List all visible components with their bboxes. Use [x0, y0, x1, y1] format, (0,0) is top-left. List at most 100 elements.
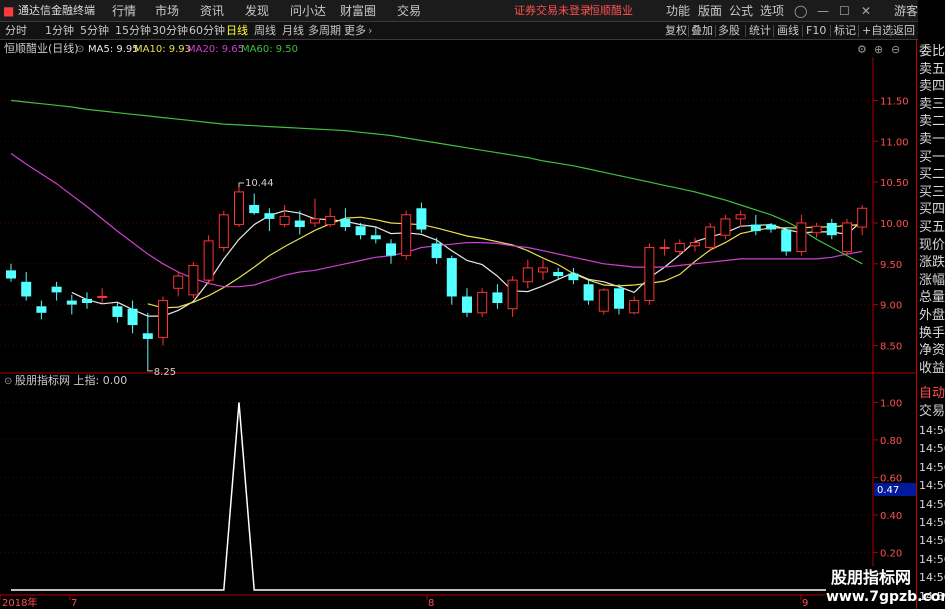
candle[interactable] [416, 202, 427, 233]
menu-jiaoyi[interactable]: 交易 [397, 0, 421, 22]
candlesticks[interactable] [6, 187, 868, 366]
back-button[interactable]: 返回 [893, 22, 915, 40]
tab-fenshi[interactable]: 分时 [5, 22, 27, 40]
menu-gongshi[interactable]: 公式 [729, 0, 753, 22]
add-watchlist-button[interactable]: +自选 [862, 22, 893, 40]
menu-gongneng[interactable]: 功能 [666, 0, 690, 22]
candle[interactable] [826, 218, 837, 240]
candle[interactable] [568, 267, 579, 285]
candle[interactable] [538, 259, 548, 281]
menu-wenxiaoda[interactable]: 问小达 [290, 0, 326, 22]
f10-button[interactable]: F10 [806, 22, 826, 40]
guest-label[interactable]: 游客 [894, 0, 918, 22]
candle[interactable] [279, 204, 290, 228]
menu-banmian[interactable]: 版面 [698, 0, 722, 22]
menu-hangqing[interactable]: 行情 [112, 0, 136, 22]
login-notice[interactable]: 证券交易未登录 [514, 0, 591, 22]
candle[interactable] [264, 208, 275, 232]
candle[interactable] [310, 198, 320, 228]
help-icon[interactable]: ◯ [794, 0, 807, 22]
candle[interactable] [386, 239, 396, 264]
tongji-button[interactable]: 统计 [749, 22, 771, 40]
tab-1min[interactable]: 1分钟 [45, 22, 74, 40]
candle[interactable] [370, 227, 381, 244]
candle[interactable] [218, 210, 229, 252]
menu-zixun[interactable]: 资讯 [200, 0, 224, 22]
candle[interactable] [462, 288, 472, 317]
kline-chart[interactable]: 11.50 11.00 10.50 10.00 9.50 9.00 8.50 10.44 8… [0, 40, 916, 609]
menu-faxian[interactable]: 发现 [245, 0, 269, 22]
candle[interactable] [431, 237, 442, 264]
candle[interactable] [142, 312, 153, 366]
candle[interactable] [842, 218, 852, 256]
candle[interactable] [811, 222, 822, 238]
candle[interactable] [796, 214, 807, 256]
candle[interactable] [112, 303, 123, 323]
minimize-icon[interactable]: — [817, 0, 829, 22]
candle[interactable] [477, 288, 488, 317]
candle[interactable] [735, 210, 746, 228]
candle[interactable] [614, 284, 624, 315]
candle[interactable] [857, 204, 868, 236]
candle[interactable] [674, 239, 685, 256]
maximize-icon[interactable]: ☐ [839, 0, 850, 22]
close-icon[interactable]: ✕ [861, 0, 871, 22]
diejia-button[interactable]: 叠加 [691, 22, 713, 40]
candle[interactable] [644, 243, 655, 305]
menu-shichang[interactable]: 市场 [155, 0, 179, 22]
candle[interactable] [446, 255, 457, 305]
duogu-button[interactable]: 多股 [718, 22, 740, 40]
candle[interactable] [51, 281, 62, 301]
tab-daily[interactable]: 日线 [226, 22, 248, 40]
candle[interactable] [401, 210, 412, 260]
candle[interactable] [6, 263, 16, 282]
settings-gear-icon[interactable]: ⚙ [857, 43, 867, 56]
title-stock-name: 恒顺醋业 [589, 4, 633, 17]
menu-xuanxiang[interactable]: 选项 [760, 0, 784, 22]
candle[interactable] [188, 262, 199, 299]
candle[interactable] [36, 300, 47, 320]
tab-monthly[interactable]: 月线 [282, 22, 304, 40]
biaoji-button[interactable]: 标记 [834, 22, 856, 40]
zoom-in-icon[interactable]: ⊕ [874, 43, 883, 56]
candle[interactable] [234, 187, 244, 228]
dropdown-icon[interactable]: ⊙ [76, 44, 84, 55]
candle[interactable] [158, 296, 168, 346]
candle[interactable] [127, 300, 138, 334]
chevron-right-icon[interactable]: › [368, 22, 372, 40]
candle[interactable] [750, 214, 761, 236]
candle[interactable] [781, 227, 792, 256]
candle[interactable] [507, 276, 518, 317]
tab-60min[interactable]: 60分钟 [189, 22, 225, 40]
candle[interactable] [705, 222, 716, 252]
tab-30min[interactable]: 30分钟 [152, 22, 188, 40]
candle[interactable] [720, 214, 731, 240]
quote-row-label: 买五 [919, 220, 945, 235]
candle[interactable] [629, 296, 640, 315]
candle[interactable] [97, 288, 108, 304]
zoom-out-icon[interactable]: ⊖ [891, 43, 900, 56]
candle[interactable] [82, 292, 92, 309]
candle[interactable] [583, 280, 594, 305]
menu-caifuquan[interactable]: 财富圈 [340, 0, 376, 22]
candle[interactable] [203, 235, 214, 285]
candle[interactable] [21, 271, 32, 301]
candle[interactable] [598, 288, 609, 315]
candle[interactable] [690, 237, 700, 252]
fuquan-button[interactable]: 复权 [665, 22, 687, 40]
quote-row-label: 总量 [919, 290, 945, 306]
auto-trade-label[interactable]: 自动 [919, 386, 945, 402]
candle[interactable] [249, 193, 260, 215]
candle[interactable] [340, 208, 351, 232]
candle[interactable] [659, 239, 670, 256]
tab-5min[interactable]: 5分钟 [80, 22, 109, 40]
candle[interactable] [325, 208, 336, 228]
candle[interactable] [66, 294, 77, 315]
tab-more[interactable]: 更多 [344, 22, 366, 40]
candle[interactable] [173, 271, 184, 297]
tab-15min[interactable]: 15分钟 [115, 22, 151, 40]
huaxian-button[interactable]: 画线 [777, 22, 799, 40]
tab-multi-period[interactable]: 多周期 [308, 22, 341, 40]
tab-weekly[interactable]: 周线 [254, 22, 276, 40]
sub-dropdown-icon[interactable]: ⊙ [4, 376, 12, 387]
